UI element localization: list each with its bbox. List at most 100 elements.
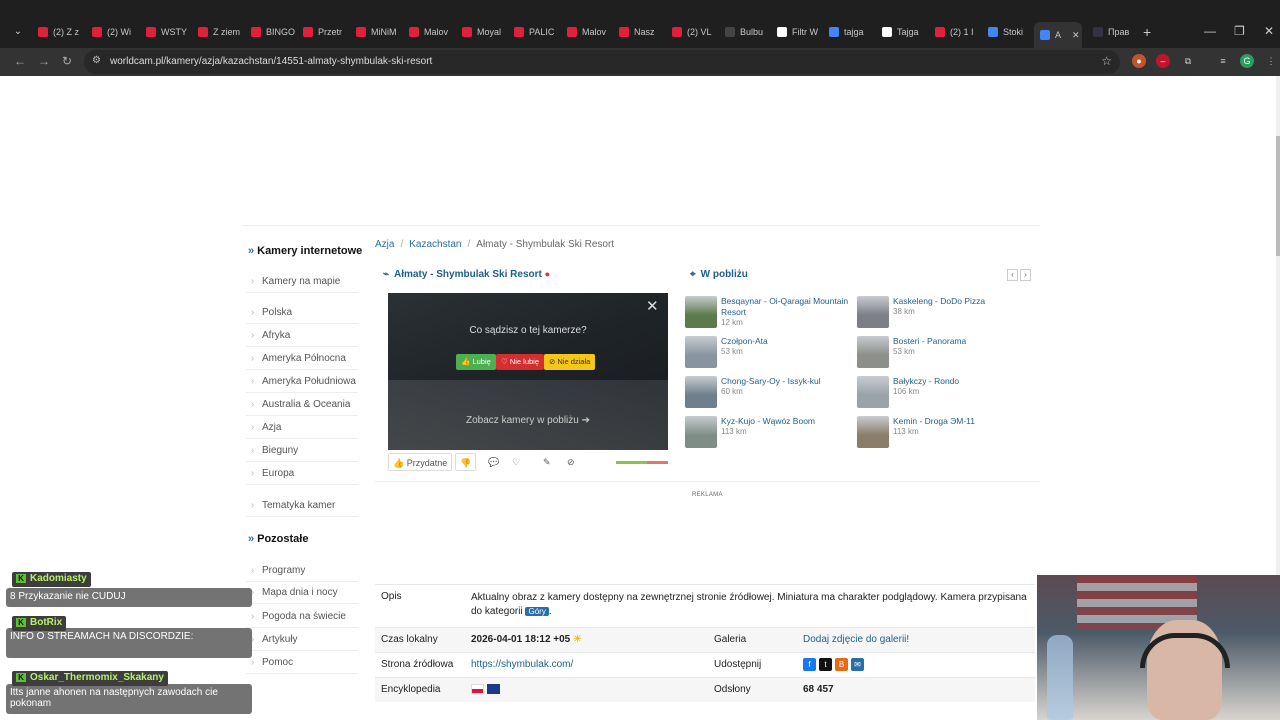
sidebar-other-item[interactable]: Pomoc xyxy=(246,654,358,674)
sidebar-item[interactable]: Ameryka Północna xyxy=(246,350,358,370)
nearby-camera[interactable]: Kaskeleng - DoDo Pizza 38 km xyxy=(857,296,1027,329)
nearby-thumbnail[interactable] xyxy=(685,416,717,448)
close-window-icon[interactable]: ✕ xyxy=(1264,24,1274,38)
close-tab-icon[interactable]: ✕ xyxy=(1072,30,1080,41)
tab-5[interactable]: Przetr xyxy=(303,23,349,41)
nearby-thumbnail[interactable] xyxy=(685,376,717,408)
edit-icon[interactable]: ✎ xyxy=(543,453,551,471)
nearby-camera[interactable]: Besqaynar - Oi-Qaragai Mountain Resort 12… xyxy=(685,296,855,329)
url-text[interactable]: worldcam.pl/kamery/azja/kazachstan/14551… xyxy=(110,56,432,67)
heart-icon[interactable]: ♡ xyxy=(512,453,520,471)
tab-10[interactable]: Malov xyxy=(567,23,613,41)
extensions-puzzle-icon[interactable]: ⧉ xyxy=(1181,54,1195,68)
tab-6[interactable]: MiNiM xyxy=(356,23,402,41)
hide-icon[interactable]: ⊘ xyxy=(567,453,575,471)
tab-12[interactable]: (2) VL xyxy=(672,23,718,41)
sidebar-item[interactable]: Australia & Oceania xyxy=(246,396,358,416)
nearby-name[interactable]: Bosteri - Panorama xyxy=(893,336,1027,347)
nearby-name[interactable]: Kemin - Droga ЭМ-11 xyxy=(893,416,1027,427)
category-tag[interactable]: Góry xyxy=(525,607,549,616)
sidebar-item[interactable]: Tematyka kamer xyxy=(246,497,358,517)
forward-icon[interactable]: → xyxy=(38,54,50,68)
reload-icon[interactable]: ↻ xyxy=(62,54,72,68)
next-icon[interactable]: › xyxy=(1020,269,1031,281)
nearby-camera[interactable]: Kemin - Droga ЭМ-11 113 km xyxy=(857,416,1027,449)
close-icon[interactable]: ✕ xyxy=(646,299,659,314)
tab-2[interactable]: WSTY xyxy=(146,23,192,41)
blogger-icon[interactable]: B xyxy=(835,658,848,671)
tab-20[interactable]: Прав xyxy=(1093,23,1139,41)
useful-button[interactable]: 👍 Przydatne xyxy=(388,453,453,471)
nearby-name[interactable]: Czołpon-Ata xyxy=(721,336,855,347)
new-tab-icon[interactable]: + xyxy=(1143,24,1151,40)
sidebar-item[interactable]: Kamery na mapie xyxy=(246,273,358,293)
sidebar-item[interactable]: Polska xyxy=(246,304,358,324)
sidebar-item[interactable]: Ameryka Południowa xyxy=(246,373,358,393)
back-icon[interactable]: ← xyxy=(14,54,26,68)
sidebar-other-item[interactable]: Programy xyxy=(246,562,358,582)
extension-icon[interactable]: ● xyxy=(1132,54,1146,68)
sidebar-other-item[interactable]: Mapa dnia i nocy xyxy=(246,584,358,604)
breadcrumb-link-kazachstan[interactable]: Kazachstan xyxy=(409,239,461,250)
bookmark-star-icon[interactable]: ☆ xyxy=(1101,54,1112,68)
galeria-link[interactable]: Dodaj zdjęcie do galerii! xyxy=(803,634,909,645)
tab-4[interactable]: BINGO xyxy=(251,23,297,41)
nearby-camera[interactable]: Kyz-Kujo - Wąwóz Boom 113 km xyxy=(685,416,855,449)
sidebar-other-item[interactable]: Pogoda na świecie xyxy=(246,608,358,628)
prev-icon[interactable]: ‹ xyxy=(1007,269,1018,281)
poland-flag-icon[interactable] xyxy=(471,684,484,695)
email-icon[interactable]: ✉ xyxy=(851,658,864,671)
tab-13[interactable]: Bulbu xyxy=(725,23,771,41)
nearby-camera[interactable]: Czołpon-Ata 53 km xyxy=(685,336,855,369)
see-nearby-link[interactable]: Zobacz kamery w pobliżu ➔ xyxy=(388,415,668,426)
nearby-name[interactable]: Bałykczy - Rondo xyxy=(893,376,1027,387)
nearby-camera[interactable]: Bałykczy - Rondo 106 km xyxy=(857,376,1027,409)
tab-16[interactable]: Tajga xyxy=(882,23,928,41)
sidebar-item[interactable]: Azja xyxy=(246,419,358,439)
tab-3[interactable]: Z ziem xyxy=(198,23,244,41)
tab-0[interactable]: (2) Z z xyxy=(38,23,84,41)
nearby-thumbnail[interactable] xyxy=(857,296,889,328)
restore-icon[interactable]: ❐ xyxy=(1234,24,1245,38)
minimize-icon[interactable]: — xyxy=(1204,24,1216,38)
tab-15[interactable]: tajga xyxy=(829,23,875,41)
uk-flag-icon[interactable] xyxy=(487,684,500,695)
tab-1[interactable]: (2) Wi xyxy=(92,23,138,41)
tab-9[interactable]: PALIC xyxy=(514,23,560,41)
site-info-icon[interactable]: ⚙ xyxy=(92,55,101,66)
tab-17[interactable]: (2) 1 I xyxy=(935,23,981,41)
nearby-name[interactable]: Kaskeleng - DoDo Pizza xyxy=(893,296,1027,307)
nearby-name[interactable]: Chong-Sary-Oy - Issyk-kul xyxy=(721,376,855,387)
tab-search-icon[interactable]: ⌄ xyxy=(10,23,26,41)
sidebar-item[interactable]: Europa xyxy=(246,465,358,485)
nearby-camera[interactable]: Chong-Sary-Oy - Issyk-kul 60 km xyxy=(685,376,855,409)
like-button[interactable]: 👍 Lubię xyxy=(456,354,496,370)
tab-7[interactable]: Malov xyxy=(409,23,455,41)
broken-button[interactable]: ⊘ Nie działa xyxy=(544,354,596,370)
tab-19[interactable]: A ✕ xyxy=(1034,22,1082,48)
nearby-thumbnail[interactable] xyxy=(857,416,889,448)
dislike-button[interactable]: ♡ Nie lubię xyxy=(496,354,544,370)
media-icon[interactable]: ≡ xyxy=(1216,54,1230,68)
nearby-camera[interactable]: Bosteri - Panorama 53 km xyxy=(857,336,1027,369)
nearby-thumbnail[interactable] xyxy=(857,376,889,408)
tab-18[interactable]: Stoki xyxy=(988,23,1034,41)
sidebar-other-item[interactable]: Artykuły xyxy=(246,631,358,651)
menu-kebab-icon[interactable]: ⋮ xyxy=(1264,54,1278,68)
comment-icon[interactable]: 💬 xyxy=(488,453,499,471)
profile-avatar[interactable]: G xyxy=(1240,54,1254,68)
scroll-thumb[interactable] xyxy=(1276,136,1280,256)
camera-preview[interactable]: ✕ Co sądzisz o tej kamerze? 👍 Lubię ♡ Ni… xyxy=(388,293,668,450)
twitter-icon[interactable]: t xyxy=(819,658,832,671)
tab-11[interactable]: Nasz xyxy=(619,23,665,41)
nearby-thumbnail[interactable] xyxy=(857,336,889,368)
tab-8[interactable]: Moyal xyxy=(462,23,508,41)
nearby-thumbnail[interactable] xyxy=(685,336,717,368)
breadcrumb-link-azja[interactable]: Azja xyxy=(375,239,394,250)
address-bar[interactable]: ⚙ worldcam.pl/kamery/azja/kazachstan/145… xyxy=(84,50,1120,74)
thumbs-down-button[interactable]: 👎 xyxy=(455,453,477,471)
extension-block-icon[interactable]: – xyxy=(1156,54,1170,68)
sidebar-item[interactable]: Bieguny xyxy=(246,442,358,462)
zrodlo-link[interactable]: https://shymbulak.com/ xyxy=(471,659,573,670)
nearby-thumbnail[interactable] xyxy=(685,296,717,328)
